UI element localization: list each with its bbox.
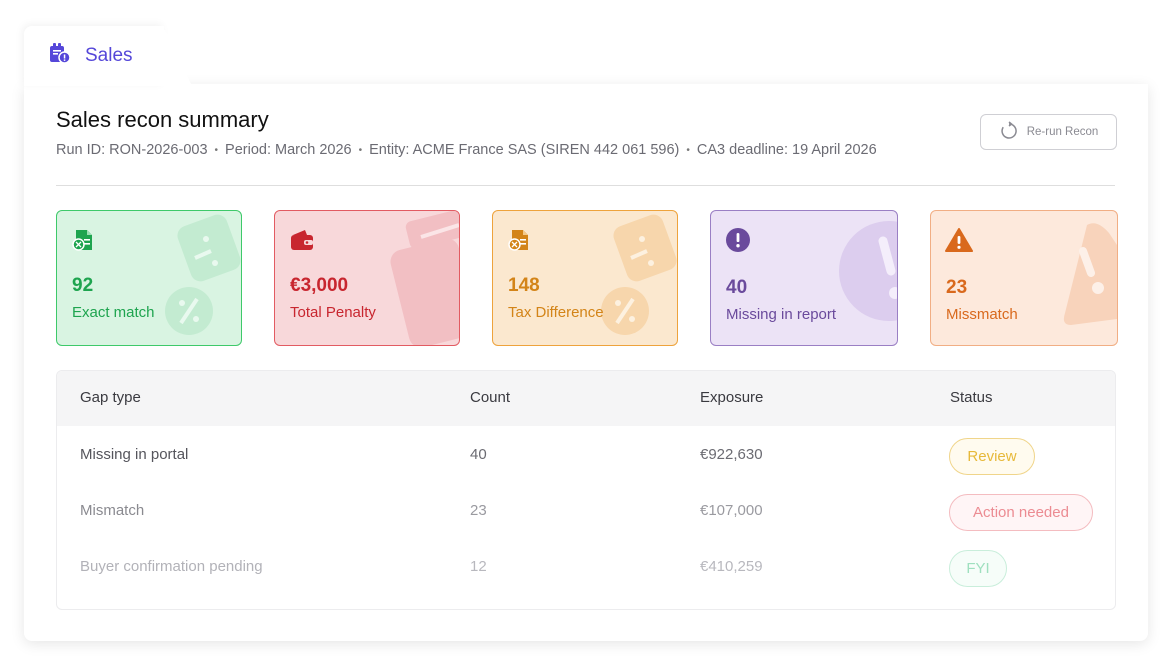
kpi-value: €3,000 (290, 275, 349, 296)
kpi-value: 23 (946, 277, 968, 298)
table-row[interactable]: Buyer confirmation pending 12 €410,259 F… (57, 539, 1115, 595)
run-deadline: CA3 deadline: 19 April 2026 (696, 142, 877, 158)
gap-type-cell: Missing in portal (80, 446, 189, 463)
sales-tab-content[interactable]: Sales (49, 42, 133, 69)
kpi-value: 92 (72, 275, 94, 296)
run-id: Run ID: RON-2026-003 (56, 142, 208, 158)
header-count: Count (470, 389, 511, 406)
count-cell: 23 (470, 502, 487, 519)
status-badge: FYI (949, 550, 1007, 587)
rerun-recon-button[interactable]: Re-run Recon (980, 114, 1117, 150)
kpi-label: Missmatch (946, 306, 1018, 323)
gap-table: Gap type Count Exposure Status Missing i… (56, 370, 1116, 610)
kpi-missing-in-report[interactable]: 40 Missing in report (710, 210, 898, 346)
tax-document-icon (71, 227, 97, 258)
tab-slope (162, 30, 192, 86)
warning-triangle-icon (945, 227, 973, 258)
exposure-cell: €107,000 (700, 502, 763, 519)
header-gap-type: Gap type (80, 389, 141, 406)
header-status: Status (950, 389, 993, 406)
kpi-total-penalty[interactable]: €3,000 Total Penalty (274, 210, 460, 346)
header-exposure: Exposure (700, 389, 764, 406)
run-period: Period: March 2026 (225, 142, 352, 158)
tab-label: Sales (85, 44, 133, 66)
meta-separator: • (686, 144, 690, 156)
status-badge: Review (949, 438, 1035, 475)
divider (56, 185, 1115, 186)
meta-separator: • (358, 144, 363, 156)
rerun-label: Re-run Recon (1026, 126, 1099, 138)
table-row[interactable]: Missing in portal 40 €922,630 Review (57, 427, 1115, 483)
kpi-value: 40 (726, 277, 748, 298)
gap-type-cell: Buyer confirmation pending (80, 558, 263, 575)
kpi-label: Missing in report (726, 306, 837, 323)
refresh-icon (999, 120, 1019, 144)
kpi-tax-difference[interactable]: 148 Tax Difference (492, 210, 678, 346)
kpi-exact-match[interactable]: 92 Exact match (56, 210, 242, 346)
run-meta: Run ID: RON-2026-003 • Period: March 202… (56, 142, 877, 158)
kpi-missing-watermark (839, 221, 897, 321)
page-title: Sales recon summary (56, 107, 269, 132)
exposure-cell: €922,630 (700, 446, 763, 463)
table-header: Gap type Count Exposure Status (57, 371, 1115, 426)
kpi-exact-match-watermark (165, 214, 241, 335)
run-entity: Entity: ACME France SAS (SIREN 442 061 5… (369, 142, 680, 158)
kpi-total-penalty-watermark (390, 211, 459, 345)
kpi-label: Exact match (72, 304, 155, 321)
wallet-icon (289, 227, 315, 258)
meta-separator: • (214, 144, 219, 156)
gap-type-cell: Mismatch (80, 502, 145, 519)
kpi-label: Total Penalty (290, 304, 376, 321)
kpi-value: 148 (508, 275, 540, 296)
exposure-cell: €410,259 (700, 558, 763, 575)
count-cell: 12 (470, 558, 487, 575)
kpi-label: Tax Difference (508, 304, 604, 321)
count-cell: 40 (470, 446, 487, 463)
kpi-missmatch[interactable]: 23 Missmatch (930, 210, 1118, 346)
status-badge: Action needed (949, 494, 1093, 531)
tax-document-icon (507, 227, 533, 258)
table-row[interactable]: Mismatch 23 €107,000 Action needed (57, 483, 1115, 539)
kpi-tax-difference-watermark (601, 214, 677, 335)
kpi-missmatch-watermark (1063, 223, 1117, 325)
exclamation-circle-icon (725, 227, 751, 258)
receipt-bag-icon (49, 42, 71, 69)
